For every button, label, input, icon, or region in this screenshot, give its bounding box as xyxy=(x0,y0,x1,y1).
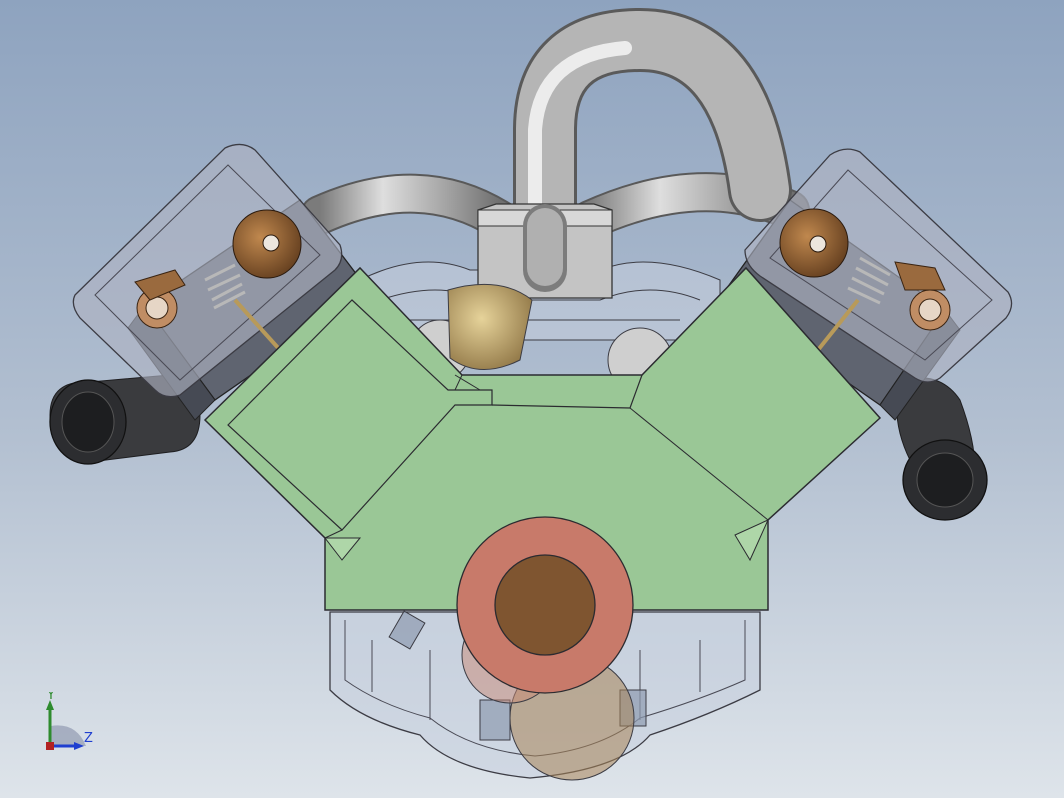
carburetor-body[interactable] xyxy=(447,203,613,370)
orientation-triad: Y Z xyxy=(46,692,93,750)
z-axis-label: Z xyxy=(84,731,93,746)
crankshaft-bore xyxy=(494,554,596,656)
y-axis-label: Y xyxy=(46,692,55,703)
engine-model[interactable] xyxy=(0,0,1064,798)
cad-viewport[interactable]: Y Z xyxy=(0,0,1064,798)
